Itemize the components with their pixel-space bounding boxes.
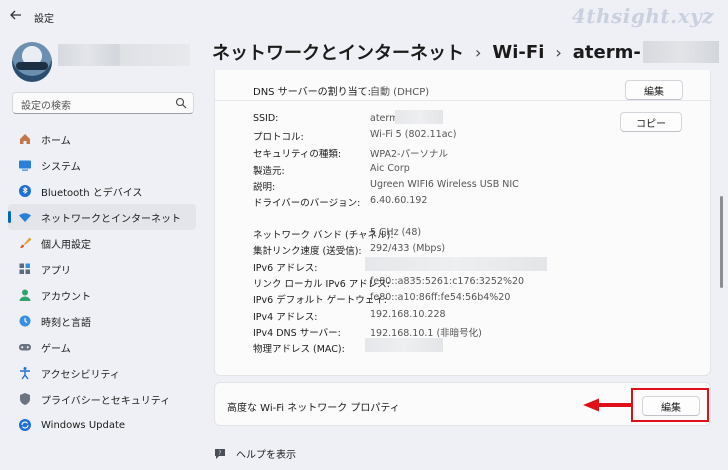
brush-icon [18,236,32,250]
prop-description-value: Ugreen WIFI6 Wireless USB NIC [370,179,519,190]
red-arrow-icon [583,398,631,412]
sidebar-item-privacy[interactable]: プライバシーとセキュリティ [8,386,196,412]
apps-icon [18,262,32,276]
sidebar-item-personalization[interactable]: 個人用設定 [8,230,196,256]
breadcrumb: ネットワークとインターネット › Wi-Fi › aterm- [212,38,719,66]
prop-link-speed-label: 集計リンク速度 (送受信): [253,246,362,257]
prop-security-value: WPA2-パーソナル [370,149,448,160]
prop-link-speed-value: 292/433 (Mbps) [370,243,446,254]
prop-ipv6-gateway-label: IPv6 デフォルト ゲートウェイ: [253,295,387,306]
sidebar-item-system[interactable]: システム [8,152,196,178]
prop-ipv4-dns-value: 192.168.10.1 (非暗号化) [370,328,482,339]
prop-band-value: 5 GHz (48) [370,227,422,238]
user-email-blurred [120,44,190,66]
sidebar-item-home[interactable]: ホーム [8,126,196,152]
sidebar-item-apps[interactable]: アプリ [8,256,196,282]
watermark: 4thsight.xyz [571,4,714,28]
divider [215,100,712,101]
properties-card: DNS サーバーの割り当て: 自動 (DHCP) 編集 コピー SSID: at… [214,70,712,376]
sidebar-item-label: Windows Update [41,419,126,431]
help-label: ヘルプを表示 [236,450,296,461]
prop-ipv4-label: IPv4 アドレス: [253,312,318,323]
prop-manufacturer-label: 製造元: [253,166,285,177]
sidebar-item-network[interactable]: ネットワークとインターネット [8,204,196,230]
dns-assignment-label: DNS サーバーの割り当て: [253,87,371,98]
sidebar-item-label: ネットワークとインターネット [41,213,181,225]
sidebar-nav: ホーム システム Bluetooth とデバイス ネットワークとインターネット … [8,126,196,438]
prop-ipv6-label: IPv6 アドレス: [253,263,318,274]
shield-icon [18,392,32,406]
sidebar-item-label: Bluetooth とデバイス [41,187,143,199]
advanced-wifi-properties-label: 高度な Wi-Fi ネットワーク プロパティ [227,403,400,414]
prop-ipv6-gateway-value: fe80::a10:86ff:fe54:56b4%20 [370,292,511,303]
breadcrumb-separator: › [555,42,562,62]
search-placeholder: 設定の検索 [21,101,71,112]
help-icon: ? [215,448,225,459]
sidebar-item-label: ゲーム [41,343,71,355]
prop-mac-label: 物理アドレス (MAC): [253,344,345,355]
search-input[interactable]: 設定の検索 [12,92,194,114]
sidebar-item-label: アプリ [41,265,71,277]
highlight-box [631,388,709,422]
dns-assignment-value: 自動 (DHCP) [370,87,430,98]
breadcrumb-separator: › [475,42,482,62]
svg-text:?: ? [219,450,222,456]
sidebar-item-label: プライバシーとセキュリティ [41,395,171,407]
sidebar-item-gaming[interactable]: ゲーム [8,334,196,360]
prop-ipv4-value: 192.168.10.228 [370,309,446,320]
prop-description-label: 説明: [253,182,276,193]
scrollbar[interactable] [720,196,723,288]
bluetooth-icon [18,184,32,198]
ipv6-value-blurred [365,257,547,271]
prop-link-local-ipv6-value: fe80::a835:5261:c176:3252%20 [370,276,525,287]
home-icon [18,132,32,146]
back-button[interactable] [8,8,24,24]
ssid-blurred [642,41,719,63]
sidebar-item-label: 個人用設定 [41,239,91,251]
breadcrumb-network[interactable]: ネットワークとインターネット [212,39,464,65]
prop-protocol-value: Wi-Fi 5 (802.11ac) [370,129,457,140]
prop-protocol-label: プロトコル: [253,132,304,143]
prop-manufacturer-value: Aic Corp [370,163,410,174]
sidebar-item-label: ホーム [41,135,71,147]
prop-ssid-label: SSID: [253,113,279,124]
sidebar-item-label: 時刻と言語 [41,317,91,329]
ssid-value-blurred [395,110,443,124]
wifi-icon [18,210,32,224]
sidebar-item-time-language[interactable]: 時刻と言語 [8,308,196,334]
search-icon [175,97,187,109]
sidebar-item-accounts[interactable]: アカウント [8,282,196,308]
edit-dns-button[interactable]: 編集 [625,80,683,100]
prop-security-label: セキュリティの種類: [253,149,342,160]
gamepad-icon [18,340,32,354]
accessibility-icon [18,366,32,380]
prop-driver-value: 6.40.60.192 [370,195,428,206]
globe-clock-icon [18,314,32,328]
sidebar-item-windows-update[interactable]: Windows Update [8,412,196,438]
sidebar-item-bluetooth[interactable]: Bluetooth とデバイス [8,178,196,204]
sidebar-item-label: アクセシビリティ [41,369,120,381]
sidebar-item-label: アカウント [41,291,91,303]
help-link[interactable]: ? ヘルプを表示 [214,446,296,461]
system-icon [18,158,32,172]
prop-driver-label: ドライバーのバージョン: [253,198,361,209]
back-arrow-icon [10,10,21,20]
prop-ipv4-dns-label: IPv4 DNS サーバー: [253,328,341,339]
account-icon [18,288,32,302]
app-title: 設定 [34,14,54,25]
title-bar: 設定 4thsight.xyz [0,0,728,32]
page-title: aterm- [572,41,641,63]
avatar[interactable] [12,42,52,82]
mac-value-blurred [365,338,443,352]
sidebar-item-accessibility[interactable]: アクセシビリティ [8,360,196,386]
copy-button[interactable]: コピー [620,112,682,132]
breadcrumb-wifi[interactable]: Wi-Fi [492,42,544,63]
update-icon [18,418,32,432]
sidebar-item-label: システム [41,161,81,173]
